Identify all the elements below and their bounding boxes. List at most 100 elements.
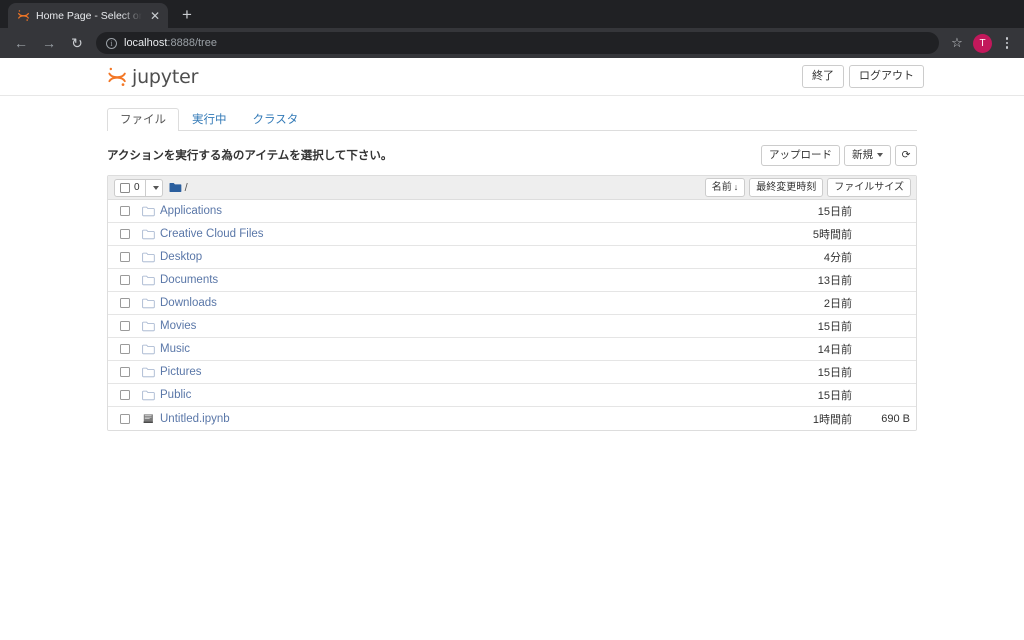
chevron-down-icon [152, 185, 159, 190]
selected-count: 0 [134, 182, 140, 193]
file-name-link[interactable]: Creative Cloud Files [160, 228, 813, 240]
file-name-link[interactable]: Music [160, 343, 818, 355]
new-tab-button[interactable]: + [174, 2, 200, 27]
folder-icon [142, 367, 156, 378]
select-dropdown-button[interactable] [145, 178, 163, 197]
jupyter-header-buttons: 終了 ログアウト [802, 65, 924, 88]
file-name-link[interactable]: Movies [160, 320, 818, 332]
table-row[interactable]: Desktop 4分前 [108, 246, 916, 269]
refresh-button[interactable]: ⟳ [895, 144, 917, 166]
breadcrumb-root: / [184, 181, 188, 194]
row-checkbox[interactable] [120, 413, 130, 424]
file-name-link[interactable]: Pictures [160, 366, 818, 378]
file-name-link[interactable]: Public [160, 389, 818, 401]
row-checkbox[interactable] [120, 367, 130, 377]
jupyter-body: ファイル 実行中 クラスタ アクションを実行する為のアイテムを選択して下さい。 … [0, 107, 1024, 431]
back-icon[interactable]: ← [8, 30, 34, 56]
sort-name-button[interactable]: 名前 ↓ [704, 178, 746, 197]
select-all-button[interactable]: 0 [114, 178, 146, 197]
table-row[interactable]: Pictures 15日前 [108, 361, 916, 384]
logout-button[interactable]: ログアウト [849, 65, 924, 88]
row-checkbox[interactable] [120, 229, 130, 239]
table-row[interactable]: Downloads 2日前 [108, 292, 916, 315]
jupyter-logo-text: jupyter [132, 65, 199, 88]
file-modified: 15日前 [817, 367, 852, 379]
file-name-link[interactable]: Documents [160, 274, 818, 286]
table-row[interactable]: Applications 15日前 [108, 200, 916, 223]
jupyter-logo-icon [107, 66, 127, 88]
file-modified: 15日前 [817, 321, 852, 333]
row-checkbox[interactable] [120, 252, 130, 262]
table-row[interactable]: Documents 13日前 [108, 269, 916, 292]
table-row[interactable]: Public 15日前 [108, 384, 916, 407]
close-icon[interactable]: ✕ [148, 9, 162, 23]
quit-button[interactable]: 終了 [802, 65, 844, 88]
folder-icon [142, 252, 156, 263]
page-viewport: jupyter 終了 ログアウト ファイル 実行中 クラスタ アクションを実行す… [0, 58, 1024, 640]
file-modified: 15日前 [817, 206, 852, 218]
folder-icon [142, 390, 156, 401]
file-modified: 14日前 [817, 344, 852, 356]
row-checkbox[interactable] [120, 390, 130, 400]
file-name-link[interactable]: Downloads [160, 297, 824, 309]
notebook-icon [142, 413, 156, 424]
url-path: :8888/tree [167, 37, 217, 49]
file-modified: 2日前 [823, 298, 852, 310]
col-name-label: 名前 [711, 182, 732, 193]
file-list-header-right: 名前 ↓ 最終変更時刻 ファイルサイズ [704, 178, 911, 197]
file-modified: 1時間前 [812, 413, 852, 426]
address-bar-url: localhost:8888/tree [124, 37, 217, 49]
sort-size-button[interactable]: ファイルサイズ [827, 178, 911, 197]
sort-modified-button[interactable]: 最終変更時刻 [749, 178, 824, 197]
tab-files[interactable]: ファイル [107, 108, 179, 131]
browser-window: Home Page - Select or create a ✕ + ← → ↻… [0, 0, 1024, 640]
upload-button[interactable]: アップロード [761, 144, 840, 166]
browser-tab-title: Home Page - Select or create a [36, 9, 142, 22]
file-name-link[interactable]: Applications [160, 205, 818, 217]
table-row[interactable]: Creative Cloud Files 5時間前 [108, 223, 916, 246]
jupyter-favicon-icon [17, 9, 30, 22]
row-checkbox[interactable] [120, 298, 130, 308]
new-dropdown-label: 新規 [852, 148, 873, 161]
row-checkbox[interactable] [120, 321, 130, 331]
browser-tabstrip: Home Page - Select or create a ✕ + [0, 0, 1024, 28]
url-host: localhost [124, 37, 168, 49]
row-checkbox[interactable] [120, 275, 130, 285]
table-row[interactable]: Music 14日前 [108, 338, 916, 361]
jupyter-tabs: ファイル 実行中 クラスタ [107, 107, 917, 131]
table-row[interactable]: Untitled.ipynb 1時間前 690 B [108, 407, 916, 430]
select-all-group: 0 [114, 178, 163, 197]
bookmark-star-icon[interactable]: ☆ [947, 33, 967, 53]
file-list-header-left: 0 / [114, 178, 188, 197]
file-name-link[interactable]: Untitled.ipynb [160, 413, 813, 425]
file-modified: 13日前 [817, 275, 852, 287]
row-checkbox[interactable] [120, 206, 130, 216]
select-all-checkbox[interactable] [120, 182, 130, 193]
chrome-menu-icon[interactable] [998, 33, 1016, 53]
tab-clusters[interactable]: クラスタ [240, 108, 312, 131]
browser-tab[interactable]: Home Page - Select or create a ✕ [8, 3, 168, 28]
breadcrumb[interactable]: / [169, 182, 188, 194]
file-list-rows: Applications 15日前 Creative Cloud Files 5時間前… [108, 200, 916, 430]
forward-icon[interactable]: → [36, 30, 62, 56]
folder-icon [142, 275, 156, 286]
address-bar[interactable]: i localhost:8888/tree [96, 32, 939, 54]
file-name-link[interactable]: Desktop [160, 251, 824, 263]
tab-running[interactable]: 実行中 [179, 108, 240, 131]
jupyter-header: jupyter 終了 ログアウト [0, 58, 1024, 96]
reload-icon[interactable]: ↻ [64, 30, 90, 56]
new-dropdown-button[interactable]: 新規 [844, 144, 891, 166]
site-info-icon[interactable]: i [106, 37, 117, 49]
profile-avatar[interactable]: T [973, 33, 992, 53]
action-message: アクションを実行する為のアイテムを選択して下さい。 [107, 150, 393, 162]
row-checkbox[interactable] [120, 344, 130, 354]
jupyter-logo[interactable]: jupyter [107, 66, 198, 88]
folder-icon [142, 321, 156, 332]
file-list-header: 0 / 名前 ↓ 最終変更時刻 ファイルサイズ [108, 176, 916, 200]
table-row[interactable]: Movies 15日前 [108, 315, 916, 338]
browser-toolbar: ← → ↻ i localhost:8888/tree ☆ T [0, 28, 1024, 58]
folder-icon [142, 206, 156, 217]
chevron-down-icon [877, 152, 883, 157]
file-size: 690 B [881, 412, 910, 425]
folder-icon [142, 298, 156, 309]
